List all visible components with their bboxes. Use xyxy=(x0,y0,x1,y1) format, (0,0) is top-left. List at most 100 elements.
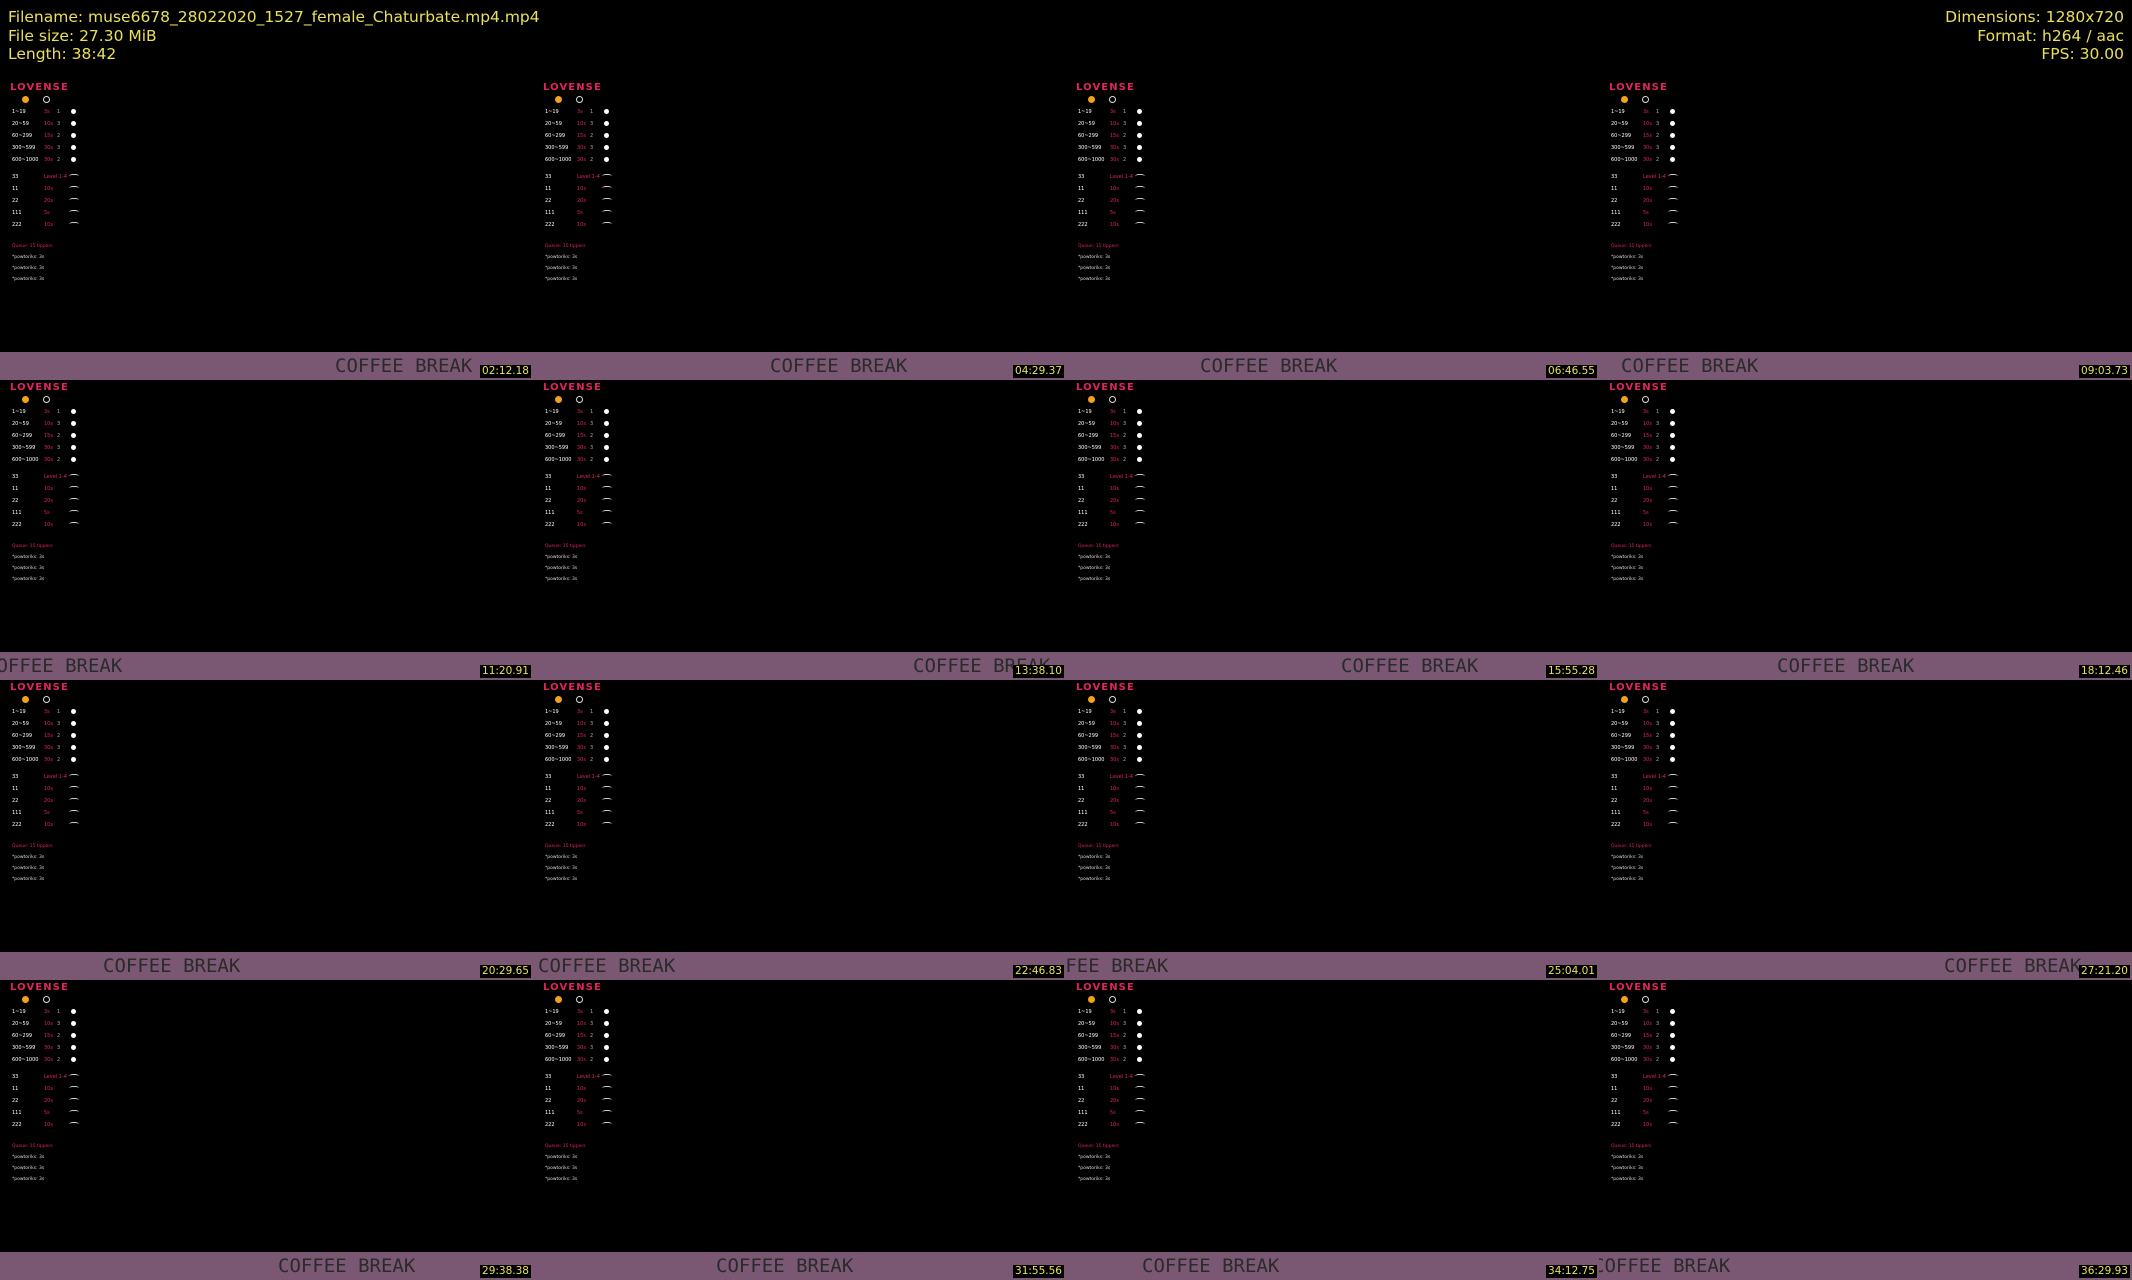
filesize-label: File size: 27.30 MiB xyxy=(8,26,157,45)
queue-item: *powtoriks: 3s xyxy=(12,555,45,560)
coffee-break-banner: COFFEE BREAK 09:03.73 xyxy=(1599,352,2132,380)
pattern-wave-icon xyxy=(1135,522,1145,528)
pattern-wave-icon xyxy=(69,1098,79,1104)
pattern-wave-icon xyxy=(1135,1122,1145,1128)
queue-item: *powtoriks: 3s xyxy=(1078,555,1111,560)
pattern-wave-icon xyxy=(69,498,79,504)
vibe-dot-icon xyxy=(1137,721,1142,726)
coin-icon xyxy=(22,96,29,103)
vibe-dot-icon xyxy=(1137,709,1142,714)
coffee-break-banner: COFFEE BREAK 02:12.18 xyxy=(0,352,533,380)
vibe-dot-icon xyxy=(604,421,609,426)
pattern-wave-icon xyxy=(1135,174,1145,180)
video-thumbnail[interactable]: LOVENSE 1~19 3s 1 20~59 10s 3 60~299 15s 2 300~599… xyxy=(533,380,1066,680)
vibe-dot-icon xyxy=(1137,1033,1142,1038)
queue-item: *powtoriks: 3s xyxy=(1078,866,1111,871)
pattern-wave-icon xyxy=(1668,774,1678,780)
queue-item: *powtoriks: 3s xyxy=(12,1166,45,1171)
coin-icon xyxy=(22,696,29,703)
pattern-wave-icon xyxy=(1135,510,1145,516)
video-thumbnail[interactable]: LOVENSE 1~19 3s 1 20~59 10s 3 60~299 15s 2 300~599… xyxy=(0,980,533,1280)
coin-icon xyxy=(1621,996,1628,1003)
clock-icon xyxy=(576,996,583,1003)
video-thumbnail[interactable]: LOVENSE 1~19 3s 1 20~59 10s 3 60~299 15s 2 300~599… xyxy=(0,380,533,680)
video-thumbnail[interactable]: LOVENSE 1~19 3s 1 20~59 10s 3 60~299 15s 2 300~599… xyxy=(1066,680,1599,980)
vibe-dot-icon xyxy=(1137,733,1142,738)
queue-title: Queue: 15 tippers xyxy=(545,544,586,549)
video-thumbnail[interactable]: LOVENSE 1~19 3s 1 20~59 10s 3 60~299 15s 2 300~599… xyxy=(1066,980,1599,1280)
coffee-break-text: COFFEE BREAK xyxy=(770,355,908,377)
queue-item: *powtoriks: 3s xyxy=(1078,266,1111,271)
coffee-break-text: COFFEE BREAK xyxy=(0,655,123,677)
vibe-dot-icon xyxy=(604,409,609,414)
lovense-logo: LOVENSE xyxy=(10,382,69,393)
vibe-dot-icon xyxy=(1670,757,1675,762)
pattern-wave-icon xyxy=(602,510,612,516)
vibe-dot-icon xyxy=(1670,433,1675,438)
video-thumbnail[interactable]: LOVENSE 1~19 3s 1 20~59 10s 3 60~299 15s 2 300~599… xyxy=(0,80,533,380)
vibe-dot-icon xyxy=(1137,421,1142,426)
queue-title: Queue: 15 tippers xyxy=(1078,844,1119,849)
vibe-dot-icon xyxy=(604,457,609,462)
dimensions-label: Dimensions: 1280x720 xyxy=(1945,8,2124,26)
video-thumbnail[interactable]: LOVENSE 1~19 3s 1 20~59 10s 3 60~299 15s 2 300~599… xyxy=(1066,380,1599,680)
vibe-dot-icon xyxy=(71,1021,76,1026)
pattern-wave-icon xyxy=(1668,498,1678,504)
pattern-wave-icon xyxy=(602,522,612,528)
vibe-dot-icon xyxy=(1137,1021,1142,1026)
queue-item: *powtoriks: 3s xyxy=(12,577,45,582)
fps-label: FPS: 30.00 xyxy=(2041,45,2124,63)
clock-icon xyxy=(1109,396,1116,403)
pattern-wave-icon xyxy=(1668,1074,1678,1080)
video-thumbnail[interactable]: LOVENSE 1~19 3s 1 20~59 10s 3 60~299 15s 2 300~599… xyxy=(533,980,1066,1280)
pattern-wave-icon xyxy=(69,210,79,216)
pattern-wave-icon xyxy=(1135,486,1145,492)
vibe-dot-icon xyxy=(604,1057,609,1062)
lovense-logo: LOVENSE xyxy=(1609,682,1668,693)
queue-item: *powtoriks: 3s xyxy=(12,255,45,260)
coffee-break-text: COFFEE BREAK xyxy=(278,1255,416,1277)
timestamp-label: 25:04.01 xyxy=(1546,965,1597,978)
pattern-wave-icon xyxy=(69,1086,79,1092)
pattern-wave-icon xyxy=(1668,486,1678,492)
pattern-wave-icon xyxy=(69,1074,79,1080)
pattern-wave-icon xyxy=(602,174,612,180)
timestamp-label: 13:38.10 xyxy=(1013,665,1064,678)
queue-item: *powtoriks: 3s xyxy=(12,866,45,871)
queue-item: *powtoriks: 3s xyxy=(545,855,578,860)
pattern-wave-icon xyxy=(69,186,79,192)
vibe-dot-icon xyxy=(71,421,76,426)
vibe-dot-icon xyxy=(604,733,609,738)
video-thumbnail[interactable]: LOVENSE 1~19 3s 1 20~59 10s 3 60~299 15s 2 300~599… xyxy=(1599,380,2132,680)
vibe-dot-icon xyxy=(604,1021,609,1026)
pattern-wave-icon xyxy=(1135,822,1145,828)
pattern-wave-icon xyxy=(602,1074,612,1080)
pattern-wave-icon xyxy=(1668,510,1678,516)
pattern-wave-icon xyxy=(1668,798,1678,804)
queue-item: *powtoriks: 3s xyxy=(545,877,578,882)
lovense-logo: LOVENSE xyxy=(10,82,69,93)
video-thumbnail[interactable]: LOVENSE 1~19 3s 1 20~59 10s 3 60~299 15s 2 300~599… xyxy=(1599,80,2132,380)
vibe-dot-icon xyxy=(71,757,76,762)
queue-title: Queue: 15 tippers xyxy=(545,244,586,249)
vibe-dot-icon xyxy=(1137,109,1142,114)
timestamp-label: 02:12.18 xyxy=(480,365,531,378)
video-thumbnail[interactable]: LOVENSE 1~19 3s 1 20~59 10s 3 60~299 15s 2 300~599… xyxy=(1599,980,2132,1280)
timestamp-label: 20:29.65 xyxy=(480,965,531,978)
vibe-dot-icon xyxy=(604,757,609,762)
clock-icon xyxy=(576,396,583,403)
video-thumbnail[interactable]: LOVENSE 1~19 3s 1 20~59 10s 3 60~299 15s 2 300~599… xyxy=(533,80,1066,380)
pattern-wave-icon xyxy=(69,510,79,516)
video-thumbnail[interactable]: LOVENSE 1~19 3s 1 20~59 10s 3 60~299 15s 2 300~599… xyxy=(533,680,1066,980)
video-thumbnail[interactable]: LOVENSE 1~19 3s 1 20~59 10s 3 60~299 15s 2 300~599… xyxy=(1066,80,1599,380)
vibe-dot-icon xyxy=(1137,409,1142,414)
queue-title: Queue: 15 tippers xyxy=(1078,1144,1119,1149)
video-thumbnail[interactable]: LOVENSE 1~19 3s 1 20~59 10s 3 60~299 15s 2 300~599… xyxy=(1599,680,2132,980)
vibe-dot-icon xyxy=(71,433,76,438)
vibe-dot-icon xyxy=(1670,133,1675,138)
queue-title: Queue: 15 tippers xyxy=(1611,844,1652,849)
video-thumbnail[interactable]: LOVENSE 1~19 3s 1 20~59 10s 3 60~299 15s 2 300~599… xyxy=(0,680,533,980)
vibe-dot-icon xyxy=(71,109,76,114)
vibe-dot-icon xyxy=(1137,1045,1142,1050)
pattern-wave-icon xyxy=(1135,186,1145,192)
